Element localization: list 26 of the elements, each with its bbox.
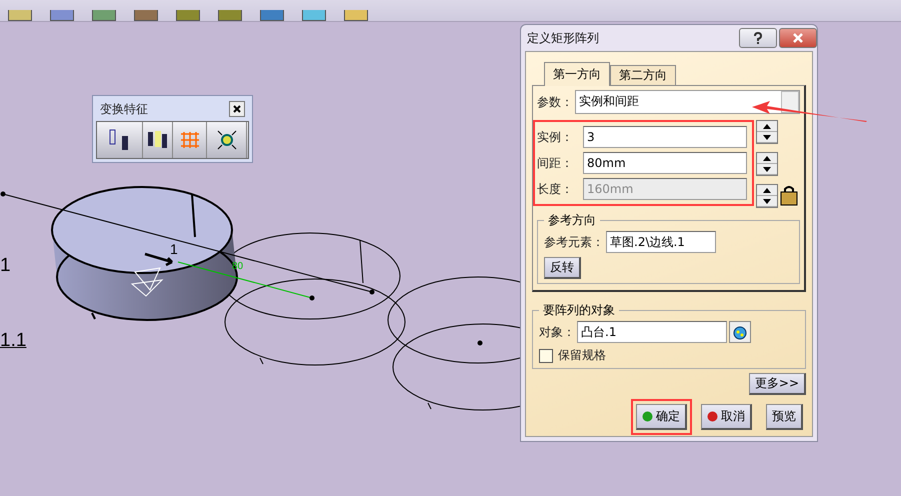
- field-label: 参考元素：: [544, 234, 604, 250]
- tree-label: 1: [0, 255, 11, 277]
- tab[interactable]: 第一方向: [544, 62, 610, 86]
- ok-button[interactable]: 确定: [636, 404, 687, 430]
- checkbox-label: 保留规格: [558, 347, 606, 364]
- field-label: 实例：: [537, 128, 574, 146]
- field-label: 间距：: [537, 154, 574, 172]
- group-title: 参考方向: [547, 212, 597, 229]
- tab[interactable]: 第二方向: [610, 65, 676, 86]
- input-field[interactable]: 凸台.1: [577, 321, 727, 343]
- input-field[interactable]: 草图.2\边线.1: [606, 231, 716, 253]
- group-title: 要阵列的对象: [542, 302, 616, 319]
- field-label: 长度：: [537, 180, 574, 198]
- dropdown[interactable]: 实例和间距: [575, 90, 800, 114]
- tree-label: 1.1: [0, 330, 26, 352]
- more-button[interactable]: 更多>>: [748, 373, 806, 395]
- input-field[interactable]: 3: [583, 126, 747, 148]
- field-label: 对象：: [539, 324, 575, 340]
- input-field[interactable]: 80mm: [583, 152, 747, 174]
- dimension-label: 1: [170, 241, 178, 257]
- reverse-button[interactable]: 反转: [544, 257, 581, 279]
- dialog-title: 定义矩形阵列: [527, 30, 599, 46]
- preview-button[interactable]: 预览: [766, 404, 803, 430]
- toolbar-title: 变换特征: [100, 100, 148, 118]
- field-label: 参数：: [537, 94, 573, 110]
- cancel-button[interactable]: 取消: [701, 404, 752, 430]
